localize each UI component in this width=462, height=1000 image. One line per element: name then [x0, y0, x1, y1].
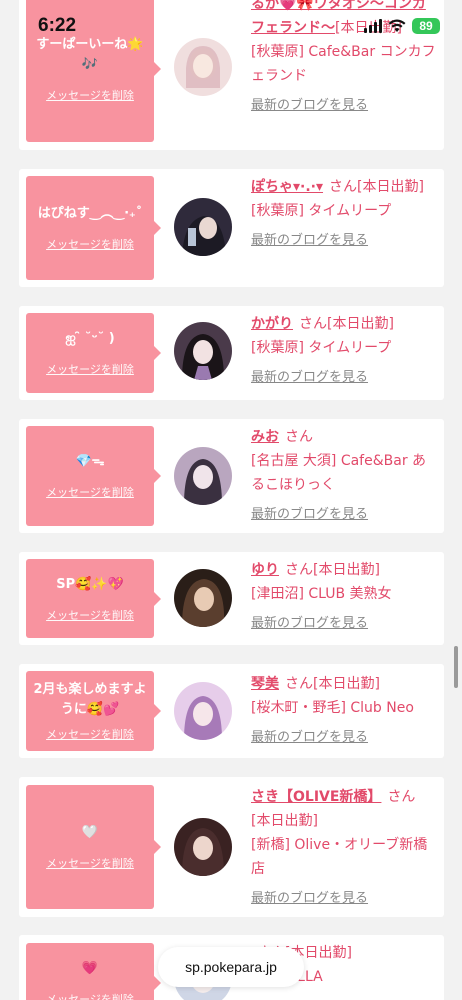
cast-name-link[interactable]: ゆり [251, 562, 279, 578]
message-bubble: 🤍 メッセージを削除 [26, 785, 161, 909]
cast-name-link[interactable]: 琴美 [251, 676, 279, 692]
delete-message-link[interactable]: メッセージを削除 [46, 991, 134, 1000]
latest-blog-link[interactable]: 最新のブログを見る [251, 94, 437, 118]
san-suffix: さん [285, 562, 313, 578]
message-card: 🤍 メッセージを削除 さき【OLIVE新橋】 さん [本日出勤] [新橋] Oli… [19, 777, 444, 917]
delete-message-link[interactable]: メッセージを削除 [46, 87, 134, 103]
message-card: はぴねす‿︵‿‧₊˚ メッセージを削除 ぽちゃ▾·.·▾ さん[本日出勤] [秋葉… [19, 169, 444, 287]
wifi-icon [388, 19, 406, 32]
latest-blog-link[interactable]: 最新のブログを見る [251, 229, 437, 253]
shop-name: [秋葉原] タイムリープ [251, 203, 392, 219]
status-icons: 89 [364, 18, 440, 34]
address-bar[interactable]: sp.pokepara.jp [158, 947, 304, 987]
status-bar: 6:22 89 [0, 0, 462, 52]
cast-info: ぽちゃ▾·.·▾ さん[本日出勤] [秋葉原] タイムリープ 最新のブログを見る [251, 175, 437, 253]
scrollbar[interactable] [454, 646, 458, 688]
san-suffix: さん [285, 676, 313, 692]
cast-name-link[interactable]: さき【OLIVE新橋】 [251, 789, 381, 805]
shop-name: [秋葉原] タイムリープ [251, 340, 392, 356]
cast-info: かがり さん[本日出勤] [秋葉原] タイムリープ 最新のブログを見る [251, 312, 437, 390]
message-card: SP🥰✨💖 メッセージを削除 ゆり さん[本日出勤] [津田沼] CLUB 美熟女… [19, 552, 444, 645]
shop-name: [桜木町・野毛] Club Neo [251, 700, 414, 716]
avatar[interactable] [174, 682, 232, 740]
message-text: ஐ ̑̑ ˘ᵕ˘ ) [65, 331, 115, 346]
san-suffix: さん [285, 429, 313, 445]
san-suffix: さん [387, 789, 416, 805]
message-bubble: ஐ ̑̑ ˘ᵕ˘ ) メッセージを削除 [26, 313, 161, 393]
avatar[interactable] [174, 322, 232, 380]
cast-name-link[interactable]: かがり [251, 316, 293, 332]
message-card: 2月も楽しめますように🥰💕 メッセージを削除 琴美 さん[本日出勤] [桜木町・野… [19, 664, 444, 758]
san-suffix: さん [299, 316, 327, 332]
avatar[interactable] [174, 198, 232, 256]
cast-info: 琴美 さん[本日出勤] [桜木町・野毛] Club Neo 最新のブログを見る [251, 672, 437, 750]
message-bubble: 💗 メッセージを削除 [26, 943, 161, 1000]
message-text: 2月も楽しめますように🥰💕 [33, 682, 147, 717]
work-status: [本日出勤] [313, 562, 380, 578]
delete-message-link[interactable]: メッセージを削除 [46, 607, 134, 623]
cellular-signal-icon [364, 19, 382, 33]
latest-blog-link[interactable]: 最新のブログを見る [251, 726, 437, 750]
cast-name-link[interactable]: ぽちゃ▾·.·▾ [251, 179, 323, 195]
cast-name-link[interactable]: みお [251, 429, 279, 445]
shop-name: [名古屋 大須] Cafe&Bar あるこほりっく [251, 453, 427, 493]
message-text: SP🥰✨💖 [56, 576, 124, 592]
work-status: [本日出勤] [327, 316, 394, 332]
work-status: [本日出勤] [313, 676, 380, 692]
latest-blog-link[interactable]: 最新のブログを見る [251, 503, 437, 527]
latest-blog-link[interactable]: 最新のブログを見る [251, 612, 437, 636]
message-bubble: はぴねす‿︵‿‧₊˚ メッセージを削除 [26, 176, 161, 280]
delete-message-link[interactable]: メッセージを削除 [46, 361, 134, 377]
message-card: ஐ ̑̑ ˘ᵕ˘ ) メッセージを削除 かがり さん[本日出勤] [秋葉原] タイ… [19, 306, 444, 400]
delete-message-link[interactable]: メッセージを削除 [46, 726, 134, 742]
work-status: [本日出勤] [357, 179, 424, 195]
message-card: 💎ᯓ メッセージを削除 みお さん [名古屋 大須] Cafe&Bar あるこほり… [19, 419, 444, 533]
delete-message-link[interactable]: メッセージを削除 [46, 855, 134, 871]
message-text: 💎ᯓ [75, 454, 105, 469]
cast-info: さき【OLIVE新橋】 さん [本日出勤] [新橋] Olive・オリーブ新橋店 … [251, 785, 437, 911]
delete-message-link[interactable]: メッセージを削除 [46, 236, 134, 252]
message-text: はぴねす‿︵‿‧₊˚ [37, 206, 143, 221]
avatar[interactable] [174, 447, 232, 505]
message-text: 💗 [81, 961, 99, 976]
message-bubble: SP🥰✨💖 メッセージを削除 [26, 559, 161, 638]
avatar[interactable] [174, 818, 232, 876]
cast-info: ゆり さん[本日出勤] [津田沼] CLUB 美熟女 最新のブログを見る [251, 558, 437, 636]
latest-blog-link[interactable]: 最新のブログを見る [251, 366, 437, 390]
battery-icon: 89 [412, 18, 440, 34]
work-status: [本日出勤] [251, 813, 318, 829]
shop-name: [津田沼] CLUB 美熟女 [251, 586, 392, 602]
avatar[interactable] [174, 569, 232, 627]
cast-info: みお さん [名古屋 大須] Cafe&Bar あるこほりっく 最新のブログを見る [251, 425, 437, 527]
message-bubble: 💎ᯓ メッセージを削除 [26, 426, 161, 526]
shop-name: [新橋] Olive・オリーブ新橋店 [251, 837, 428, 877]
san-suffix: さん [329, 179, 358, 195]
status-time: 6:22 [38, 15, 77, 36]
delete-message-link[interactable]: メッセージを削除 [46, 484, 134, 500]
message-text: 🤍 [81, 825, 99, 840]
message-bubble: 2月も楽しめますように🥰💕 メッセージを削除 [26, 671, 161, 751]
latest-blog-link[interactable]: 最新のブログを見る [251, 887, 437, 911]
